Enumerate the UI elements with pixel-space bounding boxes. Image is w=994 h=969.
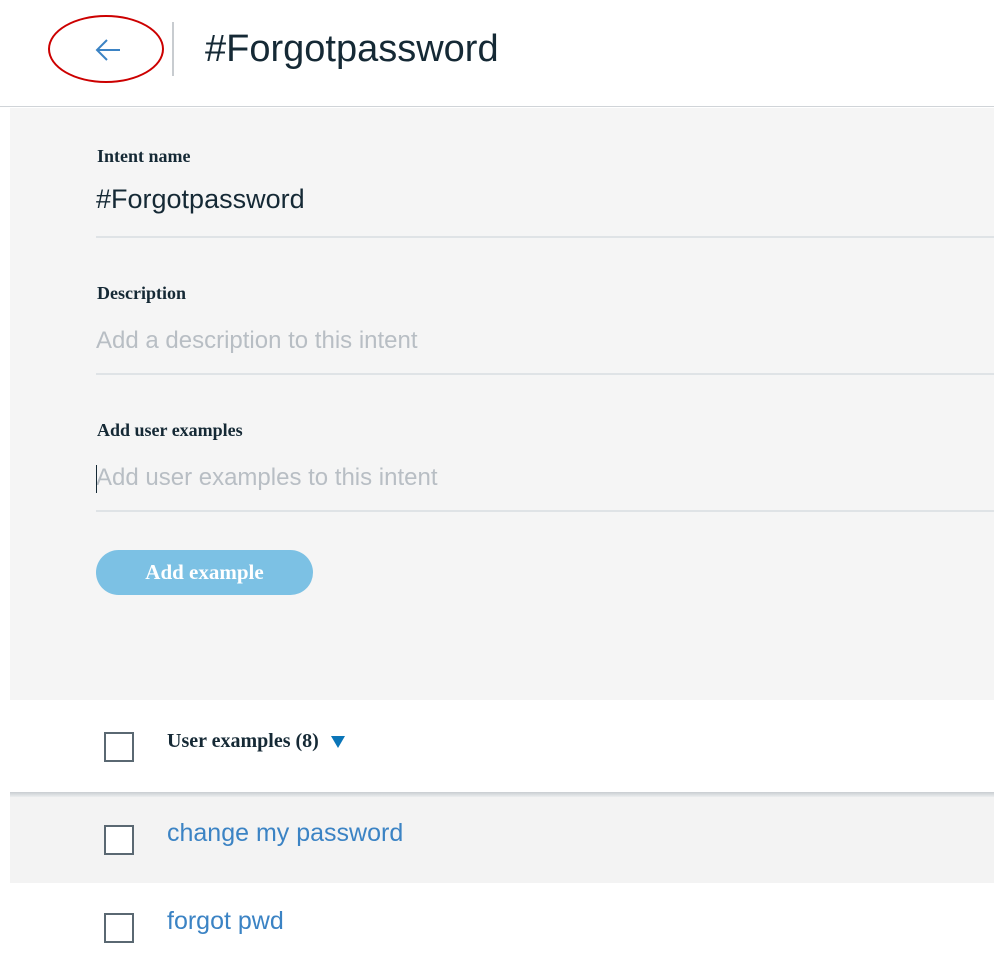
select-all-checkbox[interactable] [104, 732, 134, 762]
add-user-examples-label: Add user examples [97, 420, 243, 440]
description-underline [96, 373, 994, 375]
page-title: #Forgotpassword [205, 28, 499, 70]
list-item: change my password [10, 797, 994, 883]
arrow-left-icon [95, 39, 120, 61]
text-cursor [96, 465, 97, 493]
example-text[interactable]: forgot pwd [167, 907, 284, 936]
description-label: Description [97, 283, 186, 303]
add-example-button[interactable]: Add example [96, 550, 313, 595]
examples-header [10, 700, 994, 792]
caret-down-icon [330, 735, 345, 748]
back-button[interactable] [80, 27, 136, 73]
intent-form-panel: Intent name #Forgotpassword Description … [10, 108, 994, 700]
page-header: #Forgotpassword [0, 0, 994, 107]
example-checkbox[interactable] [104, 913, 134, 943]
intent-name-underline [96, 236, 994, 238]
example-checkbox[interactable] [104, 825, 134, 855]
user-examples-input[interactable] [96, 458, 994, 498]
examples-header-label: User examples (8) [167, 730, 319, 752]
intent-name-label: Intent name [97, 146, 191, 166]
user-examples-underline [96, 510, 994, 512]
header-divider [172, 22, 174, 76]
example-text[interactable]: change my password [167, 819, 403, 848]
examples-sort-toggle[interactable]: User examples (8) [167, 730, 345, 753]
intent-name-field[interactable]: #Forgotpassword [96, 184, 305, 215]
description-input[interactable] [96, 321, 994, 361]
list-item: forgot pwd [10, 883, 994, 969]
